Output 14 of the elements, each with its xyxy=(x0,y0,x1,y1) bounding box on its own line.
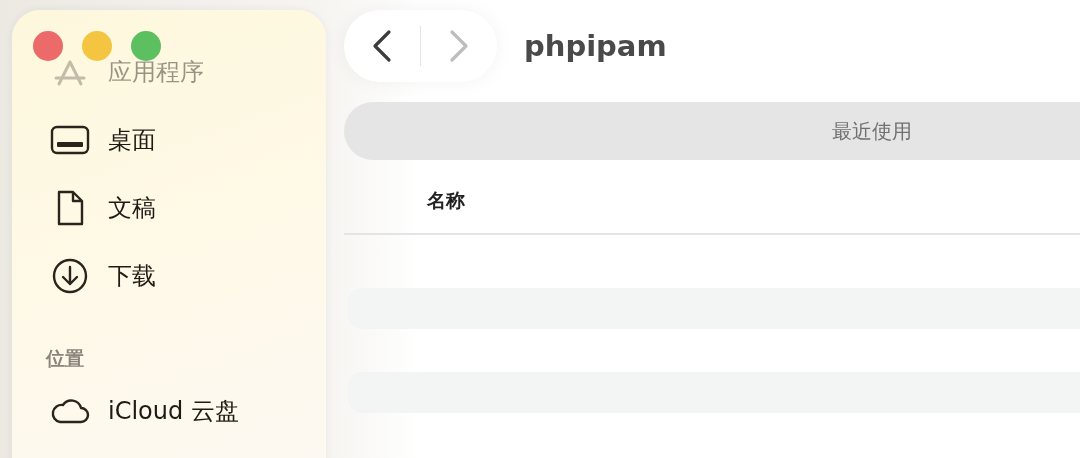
sidebar-item[interactable]: 下载 xyxy=(50,242,326,310)
minimize-button[interactable] xyxy=(82,31,112,61)
download-icon xyxy=(50,256,90,296)
scope-tab[interactable]: 最近使用 xyxy=(344,102,1080,160)
zoom-button[interactable] xyxy=(131,31,161,61)
sidebar-item[interactable]: iCloud 云盘 xyxy=(50,377,326,445)
sidebar-item[interactable]: 文稿 xyxy=(50,174,326,242)
close-button[interactable] xyxy=(33,31,63,61)
section-title: 位置 xyxy=(46,346,85,371)
column-header[interactable]: 名称 xyxy=(427,187,465,214)
sidebar-item[interactable]: 桌面 xyxy=(50,106,326,174)
chevron-right-icon xyxy=(448,29,470,63)
window-title: phpipam xyxy=(524,29,667,63)
chevron-left-icon xyxy=(371,29,393,63)
